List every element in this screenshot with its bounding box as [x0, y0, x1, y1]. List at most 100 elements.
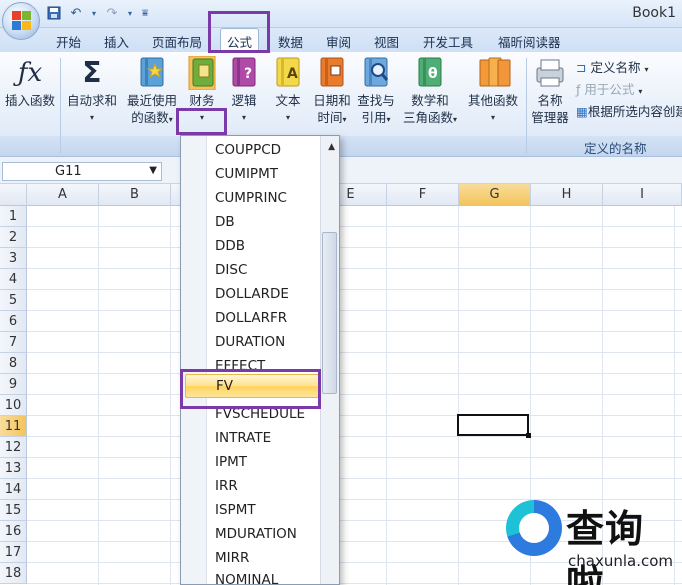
row-header[interactable]: 8: [0, 353, 27, 374]
menu-item[interactable]: MDURATION: [215, 526, 297, 542]
logical-button[interactable]: ? 逻辑 ▾: [226, 56, 262, 126]
date-time-button[interactable]: 日期和 时间▾: [308, 56, 356, 128]
lookup-reference-button[interactable]: 查找与 引用▾: [354, 56, 398, 128]
menu-item[interactable]: NOMINAL: [215, 572, 278, 584]
row-header[interactable]: 16: [0, 521, 27, 542]
autosum-button[interactable]: Σ 自动求和 ▾: [64, 56, 120, 126]
menu-item[interactable]: COUPPCD: [215, 142, 281, 158]
tab-page-layout[interactable]: 页面布局: [152, 32, 202, 51]
undo-dropdown-icon[interactable]: ▾: [90, 5, 98, 21]
lookup-dropdown-icon[interactable]: ▾: [387, 115, 391, 124]
row-header[interactable]: 9: [0, 374, 27, 395]
autosum-dropdown-icon[interactable]: ▾: [64, 109, 120, 126]
menu-item[interactable]: DURATION: [215, 334, 285, 350]
menu-item[interactable]: DOLLARDE: [215, 286, 289, 302]
row-header[interactable]: 14: [0, 479, 27, 500]
menu-item[interactable]: ISPMT: [215, 502, 256, 518]
name-box-dropdown-icon[interactable]: ▼: [149, 165, 157, 176]
menu-icon-column: [181, 136, 207, 584]
row-header[interactable]: 2: [0, 227, 27, 248]
row-header[interactable]: 7: [0, 332, 27, 353]
create-from-selection-button[interactable]: ▦根据所选内容创建: [576, 102, 682, 122]
menu-item[interactable]: CUMIPMT: [215, 166, 278, 182]
menu-item[interactable]: MIRR: [215, 550, 249, 566]
column-header[interactable]: F: [387, 184, 459, 206]
math-trig-button[interactable]: θ 数学和 三角函数▾: [398, 56, 462, 128]
row-header[interactable]: 15: [0, 500, 27, 521]
tab-home[interactable]: 开始: [56, 32, 81, 51]
menu-item[interactable]: DISC: [215, 262, 247, 278]
active-cell[interactable]: [457, 414, 531, 438]
tab-developer[interactable]: 开发工具: [423, 32, 473, 51]
name-manager-icon: [535, 56, 565, 90]
column-header[interactable]: B: [99, 184, 171, 206]
column-header[interactable]: A: [27, 184, 99, 206]
row-header[interactable]: 6: [0, 311, 27, 332]
logical-dropdown-icon[interactable]: ▾: [226, 109, 262, 126]
menu-item[interactable]: IRR: [215, 478, 238, 494]
sigma-icon: Σ: [82, 56, 102, 89]
row-header[interactable]: 17: [0, 542, 27, 563]
column-header[interactable]: H: [531, 184, 603, 206]
ribbon-tabs: 开始 插入 页面布局 公式 数据 审阅 视图 开发工具 福昕阅读器: [0, 28, 682, 53]
office-button[interactable]: [2, 2, 40, 40]
svg-text:A: A: [287, 66, 298, 82]
row-header-selected[interactable]: 11: [0, 416, 27, 437]
tab-highlight-box: [208, 11, 270, 53]
date-time-dropdown-icon[interactable]: ▾: [343, 115, 347, 124]
math-dropdown-icon[interactable]: ▾: [453, 115, 457, 124]
create-from-selection-icon: ▦: [576, 104, 588, 119]
row-header[interactable]: 12: [0, 437, 27, 458]
text-button[interactable]: A 文本 ▾: [270, 56, 306, 126]
watermark-url: chaxunla.com: [568, 552, 673, 570]
menu-scrollbar[interactable]: ▲: [320, 136, 339, 584]
office-logo-icon: [12, 11, 32, 31]
recent-dropdown-icon[interactable]: ▾: [169, 115, 173, 124]
column-header-selected[interactable]: G: [459, 184, 531, 206]
recently-used-button[interactable]: 最近使用 的函数▾: [122, 56, 182, 128]
row-header[interactable]: 1: [0, 206, 27, 227]
save-icon[interactable]: [46, 5, 62, 21]
menu-item[interactable]: INTRATE: [215, 430, 271, 446]
menu-item[interactable]: DOLLARFR: [215, 310, 287, 326]
more-functions-books-icon: [478, 56, 511, 90]
tab-insert[interactable]: 插入: [104, 32, 129, 51]
row-header[interactable]: 10: [0, 395, 27, 416]
insert-function-button[interactable]: ƒx 插入函数: [2, 56, 58, 109]
column-header[interactable]: I: [603, 184, 682, 206]
redo-icon[interactable]: ↷: [104, 5, 120, 21]
tab-view[interactable]: 视图: [374, 32, 399, 51]
menu-item[interactable]: DB: [215, 214, 235, 230]
row-header[interactable]: 5: [0, 290, 27, 311]
undo-icon[interactable]: ↶: [68, 5, 84, 21]
logical-book-icon: ?: [229, 56, 259, 90]
tab-data[interactable]: 数据: [278, 32, 303, 51]
more-functions-button[interactable]: 其他函数 ▾: [464, 56, 522, 126]
use-in-formula-icon: ƒ: [576, 82, 581, 97]
lookup-book-icon: [361, 56, 391, 90]
text-dropdown-icon[interactable]: ▾: [270, 109, 306, 126]
select-all-corner[interactable]: [0, 184, 27, 206]
name-box[interactable]: G11 ▼: [2, 162, 162, 181]
menu-item[interactable]: DDB: [215, 238, 245, 254]
name-manager-button[interactable]: 名称 管理器: [528, 56, 572, 126]
define-name-dropdown-icon[interactable]: ▾: [644, 65, 648, 74]
scrollbar-thumb[interactable]: [322, 232, 337, 394]
use-in-formula-button[interactable]: ƒ 用于公式 ▾: [576, 80, 682, 102]
menu-item[interactable]: CUMPRINC: [215, 190, 287, 206]
scroll-up-arrow-icon[interactable]: ▲: [328, 142, 335, 152]
menu-item[interactable]: IPMT: [215, 454, 247, 470]
redo-dropdown-icon[interactable]: ▾: [126, 5, 134, 21]
financial-functions-menu: COUPPCD CUMIPMT CUMPRINC DB DDB DISC DOL…: [180, 135, 340, 585]
row-header[interactable]: 3: [0, 248, 27, 269]
define-name-button[interactable]: ⊐ 定义名称 ▾: [576, 58, 682, 80]
row-header[interactable]: 18: [0, 563, 27, 584]
row-header[interactable]: 4: [0, 269, 27, 290]
customize-qat-icon[interactable]: ⩸: [140, 5, 150, 21]
tab-foxit-reader[interactable]: 福昕阅读器: [498, 32, 561, 51]
more-functions-dropdown-icon[interactable]: ▾: [464, 109, 522, 126]
row-header[interactable]: 13: [0, 458, 27, 479]
text-book-icon: A: [273, 56, 303, 90]
tab-review[interactable]: 审阅: [326, 32, 351, 51]
date-time-book-icon: [317, 56, 347, 90]
